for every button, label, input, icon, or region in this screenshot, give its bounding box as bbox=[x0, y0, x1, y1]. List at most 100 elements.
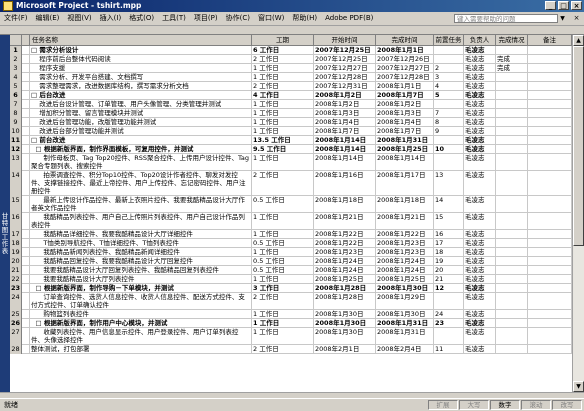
task-owner[interactable]: 毛凌志 bbox=[464, 91, 496, 100]
table-row[interactable]: 11 □ 前台改进 13.5 工作日 2008年1月14日 2008年1月31日 毛凌志 bbox=[10, 136, 572, 145]
task-name[interactable]: 程序支援 bbox=[30, 64, 252, 73]
table-row[interactable]: 13 制作母板页、Tag Top20控件、RSS聚合控件、上传用户设计控件、Ta… bbox=[10, 154, 572, 171]
task-duration[interactable]: 1 工作日 bbox=[252, 154, 314, 171]
task-note[interactable] bbox=[528, 319, 572, 328]
menu-format[interactable]: 格式(O) bbox=[125, 12, 158, 25]
task-start[interactable]: 2008年1月24日 bbox=[314, 257, 376, 266]
row-indicator[interactable] bbox=[22, 275, 30, 284]
task-predecessors[interactable]: 24 bbox=[434, 310, 464, 319]
row-id[interactable]: 3 bbox=[10, 64, 22, 73]
task-owner[interactable]: 毛凌志 bbox=[464, 46, 496, 55]
row-indicator[interactable] bbox=[22, 284, 30, 293]
task-start[interactable]: 2008年1月23日 bbox=[314, 248, 376, 257]
task-status[interactable] bbox=[496, 310, 528, 319]
task-duration[interactable]: 2 工作日 bbox=[252, 293, 314, 310]
task-note[interactable] bbox=[528, 46, 572, 55]
maximize-button[interactable]: □ bbox=[558, 1, 569, 10]
task-owner[interactable]: 毛凌志 bbox=[464, 196, 496, 213]
row-indicator[interactable] bbox=[22, 64, 30, 73]
task-name[interactable]: 需求整理需求，改进数据库结构，撰写需求分析文档 bbox=[30, 82, 252, 91]
table-row[interactable]: 14 拍票调查控件、积分Top10控件、Top20设计作者控件、聊发对发控件、支… bbox=[10, 171, 572, 196]
table-row[interactable]: 9 改进后台管理功能，改版管理功能并测试 1 工作日 2008年1月4日 2008年1… bbox=[10, 118, 572, 127]
task-owner[interactable]: 毛凌志 bbox=[464, 145, 496, 154]
row-indicator[interactable] bbox=[22, 100, 30, 109]
task-finish[interactable]: 2008年1月3日 bbox=[376, 109, 434, 118]
table-row[interactable]: 23 □ 根据新版界面，制作导购－下单模块，并测试 3 工作日 2008年1月28日… bbox=[10, 284, 572, 293]
task-owner[interactable]: 毛凌志 bbox=[464, 118, 496, 127]
row-id[interactable]: 13 bbox=[10, 154, 22, 171]
task-note[interactable] bbox=[528, 328, 572, 345]
row-id[interactable]: 4 bbox=[10, 73, 22, 82]
task-owner[interactable]: 毛凌志 bbox=[464, 55, 496, 64]
task-note[interactable] bbox=[528, 100, 572, 109]
task-note[interactable] bbox=[528, 275, 572, 284]
row-indicator[interactable] bbox=[22, 230, 30, 239]
task-status[interactable] bbox=[496, 136, 528, 145]
task-duration[interactable]: 1 工作日 bbox=[252, 230, 314, 239]
task-predecessors[interactable]: 12 bbox=[434, 284, 464, 293]
task-note[interactable] bbox=[528, 64, 572, 73]
task-duration[interactable]: 2 工作日 bbox=[252, 55, 314, 64]
row-id[interactable]: 26 bbox=[10, 319, 22, 328]
table-row[interactable]: 22 我要我酷精品设计大厅列表控件 1 工作日 2008年1月25日 2008年1月2… bbox=[10, 275, 572, 284]
task-owner[interactable]: 毛凌志 bbox=[464, 284, 496, 293]
column-header-status[interactable]: 完成情况 bbox=[496, 35, 528, 45]
task-note[interactable] bbox=[528, 293, 572, 310]
task-note[interactable] bbox=[528, 73, 572, 82]
task-status[interactable] bbox=[496, 345, 528, 354]
task-owner[interactable]: 毛凌志 bbox=[464, 345, 496, 354]
task-owner[interactable]: 毛凌志 bbox=[464, 248, 496, 257]
row-indicator[interactable] bbox=[22, 171, 30, 196]
task-status[interactable] bbox=[496, 109, 528, 118]
task-finish[interactable]: 2007年12月28日 bbox=[376, 73, 434, 82]
task-name[interactable]: 改进后台部分管理功能并测试 bbox=[30, 127, 252, 136]
task-predecessors[interactable]: 2 bbox=[434, 64, 464, 73]
table-row[interactable]: 3 程序支援 1 工作日 2007年12月27日 2007年12月27日 2 毛凌志 完成 bbox=[10, 64, 572, 73]
task-note[interactable] bbox=[528, 266, 572, 275]
task-start[interactable]: 2008年1月28日 bbox=[314, 293, 376, 310]
row-id[interactable]: 25 bbox=[10, 310, 22, 319]
task-name[interactable]: 需求分析、开发平台搭建、文档撰写 bbox=[30, 73, 252, 82]
row-indicator[interactable] bbox=[22, 154, 30, 171]
table-row[interactable]: 12 □ 根据新版界面，制作界面模板，可复用控件，并测试 9.5 工作日 2008年… bbox=[10, 145, 572, 154]
task-status[interactable] bbox=[496, 230, 528, 239]
task-name[interactable]: 订单查询控件、选货人信息控件、收货人信息控件、配送方式控件、支付方式控件、订单确… bbox=[30, 293, 252, 310]
menu-window[interactable]: 窗口(W) bbox=[254, 12, 288, 25]
row-id[interactable]: 11 bbox=[10, 136, 22, 145]
task-finish[interactable]: 2008年1月7日 bbox=[376, 91, 434, 100]
task-duration[interactable]: 9.5 工作日 bbox=[252, 145, 314, 154]
task-status[interactable] bbox=[496, 319, 528, 328]
task-duration[interactable]: 1 工作日 bbox=[252, 275, 314, 284]
column-header-start[interactable]: 开始时间 bbox=[314, 35, 376, 45]
row-id[interactable]: 27 bbox=[10, 328, 22, 345]
table-row[interactable]: 20 我酷精品回复控件、我要我酷精品设计大厅回复控件 0.5 工作日 2008年1月… bbox=[10, 257, 572, 266]
task-status[interactable] bbox=[496, 257, 528, 266]
document-close-button[interactable]: × bbox=[572, 14, 581, 23]
task-note[interactable] bbox=[528, 154, 572, 171]
task-predecessors[interactable]: 18 bbox=[434, 248, 464, 257]
task-finish[interactable]: 2007年12月27日 bbox=[376, 64, 434, 73]
task-finish[interactable]: 2008年1月25日 bbox=[376, 145, 434, 154]
task-duration[interactable]: 1 工作日 bbox=[252, 319, 314, 328]
task-start[interactable]: 2007年12月25日 bbox=[314, 46, 376, 55]
row-id[interactable]: 14 bbox=[10, 171, 22, 196]
task-status[interactable] bbox=[496, 293, 528, 310]
vertical-scrollbar[interactable]: ▲ ▼ bbox=[572, 35, 584, 392]
task-status[interactable] bbox=[496, 284, 528, 293]
task-duration[interactable]: 3 工作日 bbox=[252, 284, 314, 293]
task-finish[interactable]: 2008年1月24日 bbox=[376, 266, 434, 275]
view-bar[interactable]: 甘特图 工作表 bbox=[0, 35, 10, 393]
task-start[interactable]: 2008年1月14日 bbox=[314, 145, 376, 154]
task-owner[interactable]: 毛凌志 bbox=[464, 319, 496, 328]
task-duration[interactable]: 1 工作日 bbox=[252, 248, 314, 257]
task-owner[interactable]: 毛凌志 bbox=[464, 127, 496, 136]
task-name[interactable]: □ 前台改进 bbox=[30, 136, 252, 145]
column-header-owner[interactable]: 负责人 bbox=[464, 35, 496, 45]
task-predecessors[interactable] bbox=[434, 328, 464, 345]
table-row[interactable]: 18 T恤类别导航控件、T恤详细控件、T恤列表控件 0.5 工作日 2008年1月2… bbox=[10, 239, 572, 248]
task-status[interactable]: 完成 bbox=[496, 55, 528, 64]
task-name[interactable]: □ 根据新版界面，制作导购－下单模块，并测试 bbox=[30, 284, 252, 293]
table-row[interactable]: 21 我要我酷精品设计大厅回复列表控件、我酷精品回复列表控件 0.5 工作日 200… bbox=[10, 266, 572, 275]
task-finish[interactable]: 2008年1月18日 bbox=[376, 196, 434, 213]
row-indicator[interactable] bbox=[22, 109, 30, 118]
